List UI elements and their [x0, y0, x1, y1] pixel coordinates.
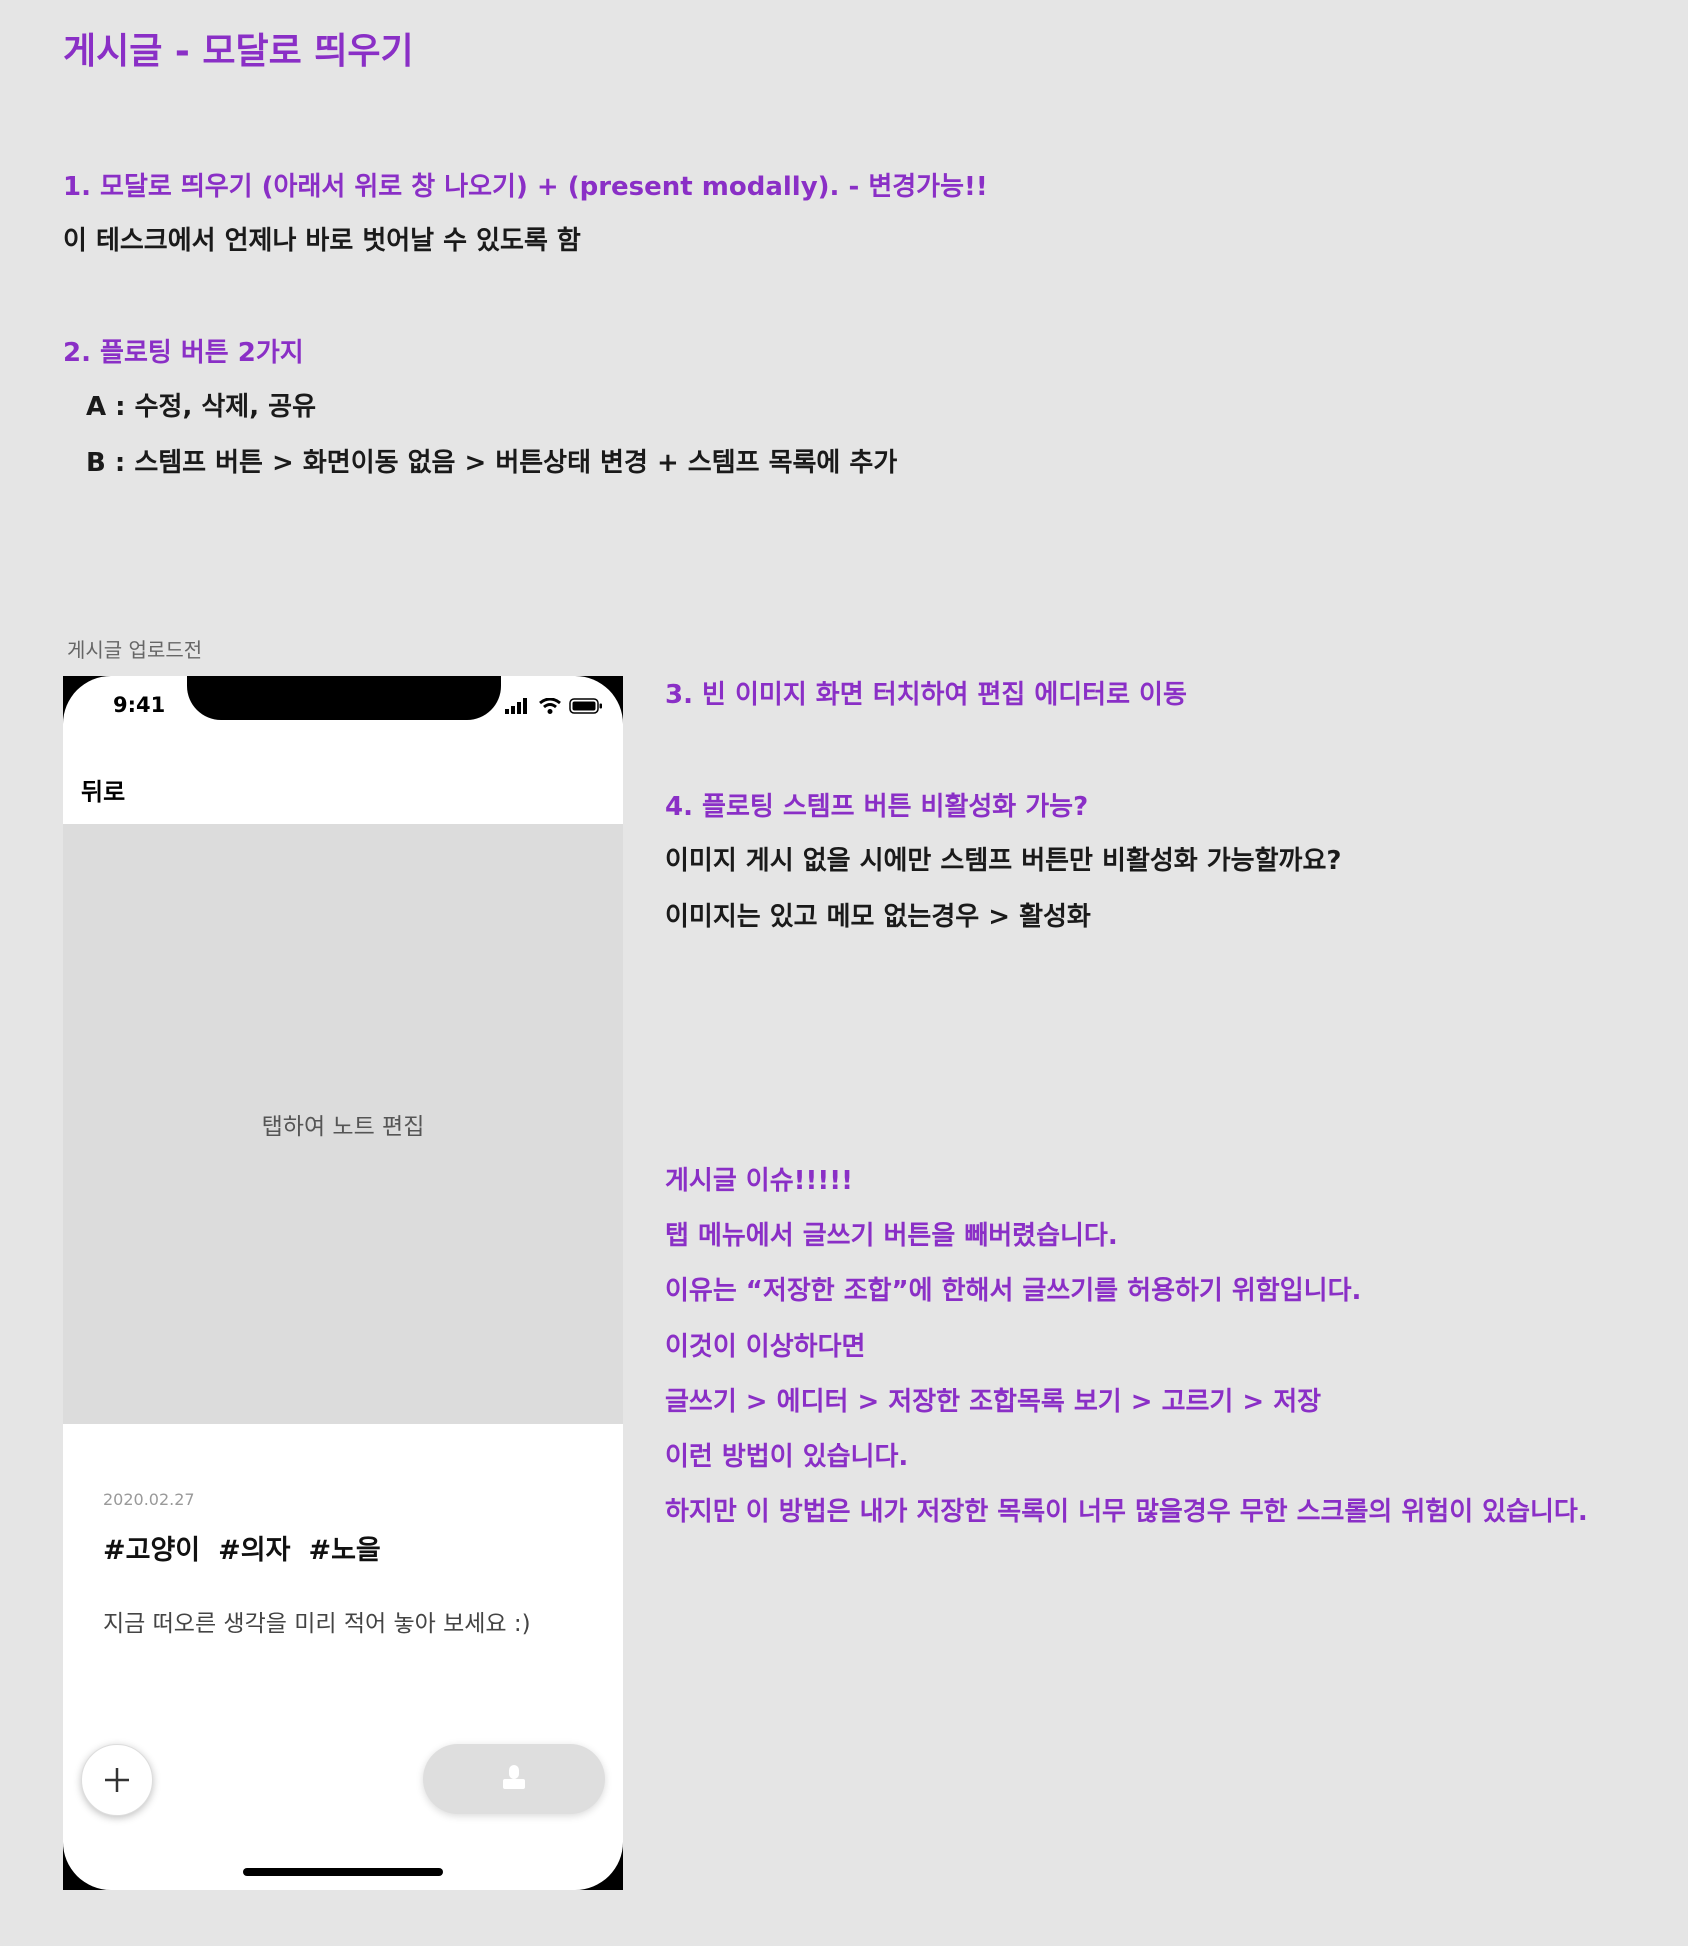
section2-item-b: B : 스템프 버튼 > 화면이동 없음 > 버튼상태 변경 + 스템프 목록에…: [86, 448, 898, 478]
post-date: 2020.02.27: [103, 1490, 195, 1509]
issue-line: 탭 메뉴에서 글쓰기 버튼을 빼버렸습니다.: [665, 1221, 1118, 1251]
stamp-icon: [503, 1765, 525, 1789]
phone-screen: 9:41 뒤로 탭하여 노트 편집 2020.02.27 #고양이 #의자 #노…: [63, 676, 623, 1890]
signal-icon: [505, 698, 527, 714]
issue-line: 글쓰기 > 에디터 > 저장한 조합목록 보기 > 고르기 > 저장: [665, 1387, 1322, 1417]
section4-heading: 4. 플로팅 스템프 버튼 비활성화 가능?: [665, 792, 1089, 822]
status-icons: [505, 698, 603, 714]
image-placeholder[interactable]: 탭하여 노트 편집: [63, 824, 623, 1424]
status-time: 9:41: [113, 693, 166, 717]
page-title: 게시글 - 모달로 띄우기: [63, 31, 414, 72]
phone-notch: [187, 676, 501, 720]
issue-heading: 게시글 이슈!!!!!: [665, 1166, 853, 1196]
home-indicator: [243, 1868, 443, 1876]
section4-line2: 이미지는 있고 메모 없는경우 > 활성화: [665, 902, 1091, 932]
add-button[interactable]: [81, 1744, 153, 1816]
section1-heading: 1. 모달로 띄우기 (아래서 위로 창 나오기) + (present mod…: [63, 172, 988, 202]
phone-mockup: 9:41 뒤로 탭하여 노트 편집 2020.02.27 #고양이 #의자 #노…: [63, 676, 623, 1890]
section4-line1: 이미지 게시 없을 시에만 스템프 버튼만 비활성화 가능할까요?: [665, 846, 1342, 876]
issue-line: 이유는 “저장한 조합”에 한해서 글쓰기를 허용하기 위함입니다.: [665, 1276, 1362, 1306]
tag-list: #고양이 #의자 #노을: [103, 1528, 381, 1567]
phone-caption: 게시글 업로드전: [67, 638, 203, 662]
section2-item-a: A : 수정, 삭제, 공유: [86, 392, 317, 422]
section1-desc: 이 테스크에서 언제나 바로 벗어날 수 있도록 함: [63, 226, 581, 256]
section2-heading: 2. 플로팅 버튼 2가지: [63, 338, 304, 368]
section3-heading: 3. 빈 이미지 화면 터치하여 편집 에디터로 이동: [665, 680, 1187, 710]
tag[interactable]: #고양이: [103, 1528, 200, 1567]
wifi-icon: [539, 698, 561, 714]
battery-icon: [569, 698, 602, 714]
issue-line: 하지만 이 방법은 내가 저장한 목록이 너무 많을경우 무한 스크롤의 위험이…: [665, 1497, 1588, 1527]
memo-placeholder[interactable]: 지금 떠오른 생각을 미리 적어 놓아 보세요 :): [103, 1604, 531, 1638]
back-button[interactable]: 뒤로: [81, 772, 125, 807]
issue-line: 이것이 이상하다면: [665, 1332, 866, 1362]
stamp-button[interactable]: [423, 1744, 605, 1814]
issue-line: 이런 방법이 있습니다.: [665, 1442, 909, 1472]
image-hint-text: 탭하여 노트 편집: [261, 1114, 425, 1140]
tag[interactable]: #의자: [218, 1528, 290, 1567]
tag[interactable]: #노을: [308, 1528, 380, 1567]
plus-icon: [105, 1768, 129, 1792]
